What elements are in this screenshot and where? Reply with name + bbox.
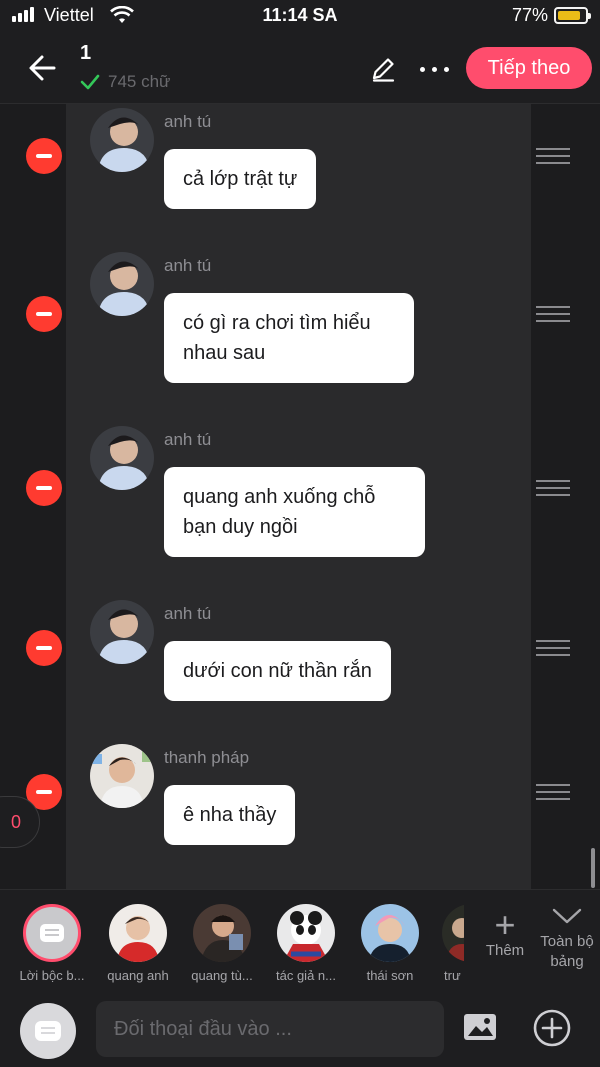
character-name: Lời bộc b... [19, 968, 85, 983]
avatar [90, 744, 154, 808]
story-header: 1 745 chữ Tiếp theo [0, 34, 600, 104]
word-count: 745 chữ [80, 72, 170, 92]
character-narration[interactable]: Lời bộc b... [6, 904, 98, 983]
word-count-label: 745 chữ [108, 72, 171, 91]
character-item[interactable]: quang anh [92, 904, 184, 983]
avatar [361, 904, 419, 962]
next-button[interactable]: Tiếp theo [466, 47, 592, 89]
narration-icon [35, 1021, 61, 1041]
drag-handle-icon[interactable] [536, 480, 570, 498]
show-all-label: Toàn bộ bảng [540, 933, 594, 970]
add-character-button[interactable]: + Thêm [480, 904, 530, 960]
character-name: thái sơn [366, 968, 414, 983]
pencil-icon[interactable] [368, 54, 398, 84]
avatar [90, 108, 154, 172]
battery-icon [554, 7, 591, 24]
character-item[interactable]: quang tù... [176, 904, 268, 983]
author-name: anh tú [164, 112, 212, 131]
image-icon[interactable] [462, 1011, 498, 1043]
message-bubble[interactable]: quang anh xuống chỗ bạn duy ngồi [164, 467, 425, 557]
plus-icon: + [494, 904, 516, 945]
drag-handle-icon[interactable] [536, 784, 570, 802]
add-character-label: Thêm [485, 942, 525, 959]
character-item[interactable]: thái sơn [344, 904, 436, 983]
composer-bar [0, 989, 600, 1067]
character-name: trư [444, 968, 461, 983]
add-circle-icon[interactable] [532, 1008, 572, 1048]
delete-message-button[interactable] [26, 138, 62, 174]
avatar [109, 904, 167, 962]
delete-message-button[interactable] [26, 630, 62, 666]
avatar [193, 904, 251, 962]
check-icon [80, 74, 100, 90]
character-bar: Lời bộc b... quang anh quang tù... tác g… [0, 889, 600, 989]
narration-icon [23, 904, 81, 962]
show-all-button[interactable]: Toàn bộ bảng [534, 906, 600, 972]
battery-percent: 77% [511, 5, 548, 25]
clock: 11:14 SA [262, 5, 338, 25]
narration-toggle-button[interactable] [20, 1003, 76, 1059]
message-bubble[interactable]: có gì ra chơi tìm hiểu nhau sau [164, 293, 414, 383]
author-name: thanh pháp [164, 748, 250, 767]
back-arrow-icon[interactable] [24, 50, 64, 86]
status-bar: Viettel 11:14 SA 77% [0, 0, 600, 34]
character-name: tác giả n... [276, 968, 336, 983]
scrollbar[interactable] [591, 848, 595, 888]
delete-message-button[interactable] [26, 296, 62, 332]
character-item[interactable]: trư [428, 904, 464, 983]
avatar [90, 600, 154, 664]
message-bubble[interactable]: ê nha thầy [164, 785, 296, 845]
character-name: quang tù... [191, 968, 253, 983]
message-bubble[interactable]: cả lớp trật tự [164, 149, 317, 209]
drag-handle-icon[interactable] [536, 640, 570, 658]
drag-handle-icon[interactable] [536, 148, 570, 166]
more-icon[interactable] [414, 54, 454, 84]
avatar [277, 904, 335, 962]
author-name: anh tú [164, 430, 212, 449]
author-name: anh tú [164, 256, 212, 275]
chevron-down-icon [552, 908, 582, 924]
dialogue-input[interactable] [96, 1001, 444, 1057]
delete-message-button[interactable] [26, 470, 62, 506]
chapter-title: 1 [80, 42, 92, 64]
character-item[interactable]: tác giả n... [260, 904, 352, 983]
message-bubble[interactable]: dưới con nữ thần rắn [164, 641, 391, 701]
author-name: anh tú [164, 604, 212, 623]
drag-handle-icon[interactable] [536, 306, 570, 324]
avatar [442, 904, 464, 962]
avatar [90, 426, 154, 490]
character-name: quang anh [107, 968, 169, 983]
avatar [90, 252, 154, 316]
